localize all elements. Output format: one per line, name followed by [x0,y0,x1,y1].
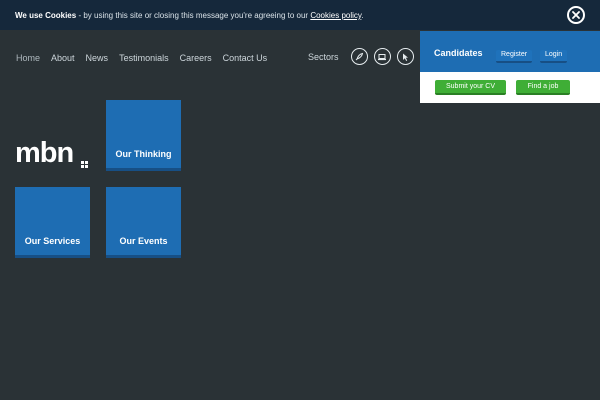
candidates-title: Candidates [434,48,483,58]
candidates-actions: Submit your CV Find a job [420,72,600,103]
cursor-icon[interactable] [396,48,414,65]
tile-our-services[interactable]: Our Services [15,187,90,258]
main-nav: Home About News Testimonials Careers Con… [16,53,278,63]
logo-dots [81,161,89,171]
tile-label: Our Thinking [115,149,172,159]
nav-about[interactable]: About [51,53,75,63]
cookie-message: We use Cookies - by using this site or c… [15,11,364,20]
register-button[interactable]: Register [496,50,533,63]
nav-contact-us[interactable]: Contact Us [223,53,268,63]
cookie-banner: We use Cookies - by using this site or c… [0,0,600,30]
tile-our-events[interactable]: Our Events [106,187,181,258]
logo[interactable]: mbn [15,139,74,168]
close-cookie-button[interactable] [567,6,585,24]
sectors-menu: Sectors [308,48,414,65]
tile-label: Our Events [119,236,168,246]
nav-careers[interactable]: Careers [180,53,212,63]
nav-testimonials[interactable]: Testimonials [119,53,169,63]
submit-cv-button[interactable]: Submit your CV [435,80,506,95]
cookie-policy-link[interactable]: Cookies policy [310,11,361,20]
rocket-icon[interactable] [350,48,368,65]
tile-our-thinking[interactable]: Our Thinking [106,100,181,171]
find-job-button[interactable]: Find a job [516,80,570,95]
cookie-body: - by using this site or closing this mes… [76,11,311,20]
tile-label: Our Services [24,236,81,246]
laptop-icon[interactable] [373,48,391,65]
close-icon [572,11,580,19]
nav-news[interactable]: News [86,53,109,63]
sectors-label: Sectors [308,51,339,62]
nav-home[interactable]: Home [16,53,40,63]
login-button[interactable]: Login [540,50,568,63]
cookie-heading: We use Cookies [15,11,77,20]
candidates-panel: Candidates Register Login [420,31,600,72]
cookie-period: . [361,11,364,20]
